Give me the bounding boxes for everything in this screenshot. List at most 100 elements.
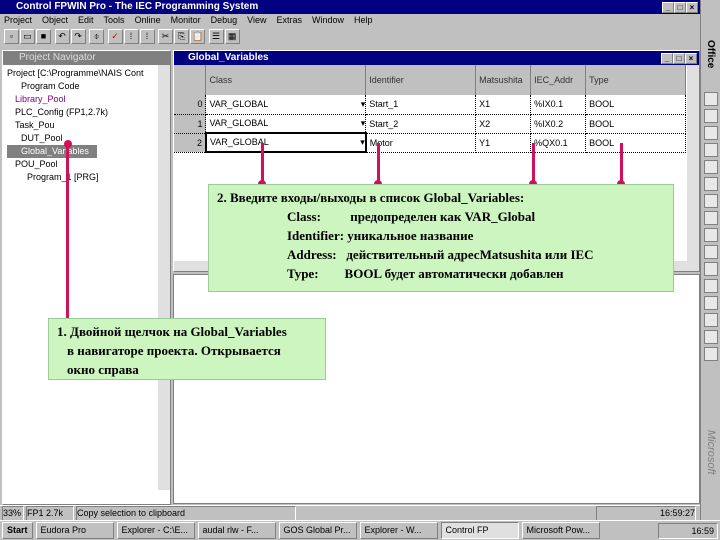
menu-view[interactable]: View <box>247 15 266 25</box>
office-app-icon[interactable] <box>703 330 718 345</box>
cell-type[interactable]: BOOL <box>585 95 686 115</box>
column-header[interactable]: Type <box>585 65 686 95</box>
menu-extras[interactable]: Extras <box>276 15 302 25</box>
menu-tools[interactable]: Tools <box>104 15 125 25</box>
tree-item[interactable]: Project [C:\Programme\NAIS Cont <box>7 67 153 80</box>
office-app-icon[interactable] <box>703 296 718 311</box>
cell-iec[interactable]: %IX0.2 <box>530 114 587 134</box>
cell-id[interactable]: Start_2 <box>365 114 477 134</box>
maximize-button[interactable]: □ <box>674 2 686 13</box>
save-icon[interactable]: ■ <box>36 29 51 44</box>
status-bar: 33% FP1 2.7k Copy selection to clipboard… <box>0 505 700 521</box>
open-icon[interactable]: ▭ <box>20 29 35 44</box>
menu-monitor[interactable]: Monitor <box>171 15 201 25</box>
taskbar-item[interactable]: GOS Global Pr... <box>278 522 357 539</box>
tree-item[interactable]: Global_Variables <box>7 145 97 158</box>
callout-step-2: 2. Введите входы/выходы в список Global_… <box>208 184 674 292</box>
office-app-icon[interactable] <box>703 177 718 192</box>
compile-icon[interactable]: ⌽ <box>89 29 105 44</box>
cell-class[interactable]: VAR_GLOBAL ▾ <box>204 132 367 153</box>
menu-edit[interactable]: Edit <box>78 15 94 25</box>
cell-iec[interactable]: %QX0.1 <box>530 133 587 153</box>
cell-text: BOOL <box>589 118 615 129</box>
office-app-icon[interactable] <box>703 160 718 175</box>
callout-line: Address: действительный адресMatsushita … <box>287 247 594 262</box>
dropdown-icon[interactable]: ▾ <box>361 99 366 110</box>
office-app-icon[interactable] <box>703 279 718 294</box>
copy-icon[interactable]: ⎘ <box>174 29 190 44</box>
cell-class[interactable]: VAR_GLOBAL ▾ <box>205 95 367 115</box>
navigator-vscroll[interactable] <box>158 65 170 490</box>
rebuild-icon[interactable]: ⁞ <box>139 29 155 44</box>
menu-window[interactable]: Window <box>312 15 344 25</box>
menu-online[interactable]: Online <box>135 15 161 25</box>
table-icon[interactable]: ▦ <box>224 29 240 44</box>
close-button[interactable]: × <box>686 2 698 13</box>
menu-debug[interactable]: Debug <box>211 15 238 25</box>
office-app-icon[interactable] <box>703 245 718 260</box>
office-app-icon[interactable] <box>703 313 718 328</box>
column-header[interactable]: IEC_Addr <box>530 65 587 95</box>
redo-icon[interactable]: ↷ <box>70 29 86 44</box>
start-button[interactable]: Start <box>2 522 33 539</box>
tree-item[interactable]: Program Code <box>7 80 153 93</box>
cell-type[interactable]: BOOL <box>585 133 686 153</box>
tree-item[interactable]: Library_Pool <box>7 93 153 106</box>
column-header[interactable]: Matsushita <box>475 65 532 95</box>
globals-minimize-button[interactable]: _ <box>661 53 673 64</box>
cell-mat[interactable]: X1 <box>475 95 532 115</box>
table-row[interactable]: 1 VAR_GLOBAL ▾ Start_2 X2 %IX0.2 BOOL <box>174 114 686 134</box>
taskbar-item[interactable]: Explorer - W... <box>359 522 438 539</box>
undo-icon[interactable]: ↶ <box>54 29 70 44</box>
table-row[interactable]: 0 VAR_GLOBAL ▾ Start_1 X1 %IX0.1 BOOL <box>174 95 686 115</box>
table-row[interactable]: 2 VAR_GLOBAL ▾ Motor Y1 %QX0.1 BOOL <box>174 132 686 153</box>
cell-mat[interactable]: Y1 <box>475 133 532 153</box>
cell-mat[interactable]: X2 <box>475 114 532 134</box>
navigator-title: Project Navigator <box>19 52 96 63</box>
globals-vscroll[interactable] <box>687 65 699 261</box>
build-icon[interactable]: ⁞ <box>123 29 139 44</box>
minimize-button[interactable]: _ <box>662 2 674 13</box>
cell-id[interactable]: Start_1 <box>365 95 477 115</box>
cell-text: X2 <box>479 118 491 129</box>
office-app-icon[interactable] <box>703 194 718 209</box>
app-title: Control FPWIN Pro - The IEC Programming … <box>16 1 259 12</box>
office-app-icon[interactable] <box>703 109 718 124</box>
menu-help[interactable]: Help <box>354 15 373 25</box>
insert-line-icon[interactable]: ☰ <box>208 29 224 44</box>
column-header[interactable]: Class <box>205 65 367 95</box>
taskbar-item[interactable]: Microsoft Pow... <box>521 522 600 539</box>
dropdown-icon[interactable]: ▾ <box>360 137 365 148</box>
office-app-icon[interactable] <box>703 347 718 362</box>
office-app-icon[interactable] <box>703 211 718 226</box>
column-header[interactable]: Identifier <box>365 65 477 95</box>
globals-maximize-button[interactable]: □ <box>673 53 685 64</box>
taskbar-item[interactable]: audal rlw - F... <box>197 522 276 539</box>
tree-item[interactable]: PLC_Config (FP1,2.7k) <box>7 106 153 119</box>
office-app-icon[interactable] <box>703 143 718 158</box>
check-icon[interactable]: ✓ <box>107 29 123 44</box>
paste-icon[interactable]: 📋 <box>190 29 206 44</box>
globals-close-button[interactable]: × <box>685 53 697 64</box>
new-icon[interactable]: ▫ <box>4 29 19 44</box>
cell-iec[interactable]: %IX0.1 <box>530 95 587 115</box>
menu-object[interactable]: Object <box>42 15 68 25</box>
tree-item[interactable]: DUT_Pool <box>7 132 153 145</box>
tree-item[interactable]: POU_Pool <box>7 158 153 171</box>
cell-class[interactable]: VAR_GLOBAL ▾ <box>205 114 367 134</box>
tree-item[interactable]: Program_1 [PRG] <box>7 171 153 184</box>
cell-id[interactable]: Motor <box>365 133 477 153</box>
row-header <box>174 65 207 95</box>
taskbar-item[interactable]: Explorer - C:\E... <box>116 522 195 539</box>
office-app-icon[interactable] <box>703 228 718 243</box>
menu-project[interactable]: Project <box>4 15 32 25</box>
taskbar-item[interactable]: Control FP <box>440 522 519 539</box>
office-app-icon[interactable] <box>703 92 718 107</box>
dropdown-icon[interactable]: ▾ <box>361 118 366 129</box>
cell-type[interactable]: BOOL <box>585 114 686 134</box>
cut-icon[interactable]: ✂ <box>158 29 174 44</box>
office-app-icon[interactable] <box>703 262 718 277</box>
taskbar-item[interactable]: Eudora Pro <box>35 522 114 539</box>
tree-item[interactable]: Task_Pou <box>7 119 153 132</box>
office-app-icon[interactable] <box>703 126 718 141</box>
